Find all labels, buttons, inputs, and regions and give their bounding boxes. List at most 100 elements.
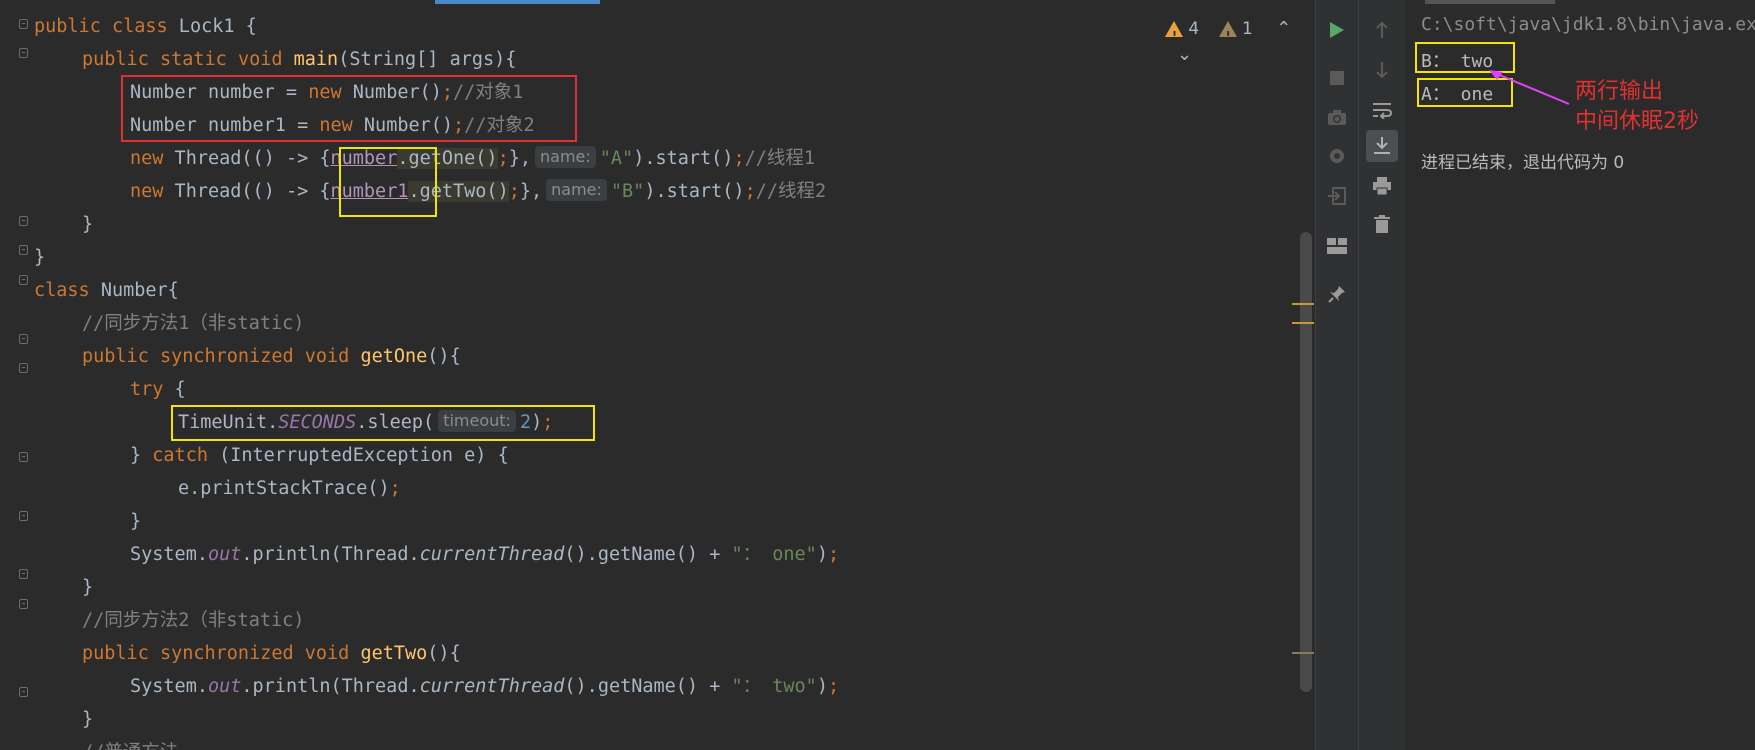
fold-marker[interactable] <box>19 687 28 697</box>
code-line-17[interactable]: System.out.println(Thread.currentThread(… <box>130 538 839 571</box>
comment: //同步方法1（非static) <box>82 313 305 334</box>
static-method: currentThread <box>419 676 565 697</box>
code-line-14[interactable]: } catch (InterruptedException e) { <box>130 439 509 472</box>
code-text: .println(Thread. <box>241 676 420 697</box>
code-text: System. <box>130 544 208 565</box>
code-text: (InterruptedException e) { <box>207 445 509 466</box>
keyword: public <box>82 49 149 70</box>
trash-icon[interactable] <box>1366 208 1398 240</box>
code-text: ().getName() + <box>564 676 732 697</box>
fold-marker[interactable] <box>19 452 28 462</box>
fold-marker[interactable] <box>19 599 28 609</box>
code-text: ().getName() + <box>564 544 732 565</box>
keyword: void <box>237 49 283 70</box>
code-text: }, <box>508 148 531 169</box>
keyword: public <box>82 643 149 664</box>
comment: //同步方法2（非static) <box>82 610 305 631</box>
fold-marker[interactable] <box>19 334 28 344</box>
code-line-16[interactable]: } <box>130 505 141 538</box>
semicolon: ; <box>827 676 840 697</box>
fold-marker[interactable] <box>19 275 28 285</box>
code-line-22[interactable]: } <box>82 703 93 736</box>
code-line-2[interactable]: public static void main(String[] args){ <box>82 43 516 76</box>
editor-scrollbar[interactable] <box>1300 232 1312 692</box>
exit-icon[interactable] <box>1321 180 1353 212</box>
rerun-icon[interactable] <box>1321 14 1353 46</box>
console-command: C:\soft\java\jdk1.8\bin\java.exe <box>1421 14 1755 35</box>
editor-scroll-tab <box>435 0 600 4</box>
fold-marker[interactable] <box>19 245 28 255</box>
arrow-down-icon[interactable] <box>1366 54 1398 86</box>
process-exit-message: 进程已结束，退出代码为 0 <box>1421 153 1625 173</box>
code-text: } <box>82 709 94 730</box>
semicolon: ; <box>389 478 401 499</box>
soft-wrap-icon[interactable] <box>1366 94 1398 126</box>
comment: //线程2 <box>755 181 827 202</box>
settings-icon[interactable] <box>1321 140 1353 172</box>
chevron-up-icon[interactable]: ⌃ <box>1276 16 1291 42</box>
code-line-12[interactable]: try { <box>130 373 186 406</box>
code-text: .println(Thread. <box>241 544 420 565</box>
fold-marker[interactable] <box>19 216 28 226</box>
class-name: Lock1 { <box>167 16 257 37</box>
code-text: Number{ <box>89 280 179 301</box>
keyword: class <box>111 16 168 37</box>
code-text: } <box>130 445 153 466</box>
code-text: Thread(() -> { <box>163 181 331 202</box>
method-name: main <box>293 49 339 70</box>
semicolon: ; <box>733 148 745 169</box>
print-icon[interactable] <box>1366 170 1398 202</box>
code-line-6[interactable]: new Thread(() -> {number1.getTwo();}, nam… <box>130 175 826 208</box>
code-line-15[interactable]: e.printStackTrace(); <box>178 472 401 505</box>
keyword: void <box>304 346 350 367</box>
method-name: getOne <box>360 346 428 367</box>
fold-marker[interactable] <box>19 569 28 579</box>
layout-icon[interactable] <box>1321 230 1353 262</box>
fold-marker[interactable] <box>19 511 28 521</box>
code-line-18[interactable]: } <box>82 571 93 604</box>
code-line-11[interactable]: public synchronized void getOne(){ <box>82 340 461 373</box>
semicolon: ; <box>497 148 509 169</box>
weak-warning-marker[interactable] <box>1292 652 1314 654</box>
code-line-19[interactable]: //同步方法2（非static) <box>82 604 304 637</box>
chevron-down-icon[interactable]: ⌄ <box>1177 42 1192 68</box>
code-line-1[interactable]: public class Lock1 { <box>34 10 257 43</box>
fold-marker[interactable] <box>19 48 28 58</box>
annotation-line: 两行输出 <box>1575 79 1664 104</box>
keyword: public <box>34 16 101 37</box>
code-line-5[interactable]: new Thread(() -> {number.getOne();}, name… <box>130 142 815 175</box>
annotation-arrow <box>1489 70 1570 105</box>
static-field: out <box>207 676 242 697</box>
fold-marker[interactable] <box>19 363 28 373</box>
semicolon: ; <box>827 544 840 565</box>
code-text: (String[] args){ <box>338 49 517 70</box>
console-output[interactable]: C:\soft\java\jdk1.8\bin\java.exe B： two … <box>1405 0 1755 750</box>
stop-icon[interactable] <box>1321 62 1353 94</box>
code-line-8[interactable]: } <box>34 241 45 274</box>
fold-marker[interactable] <box>19 19 28 29</box>
warning-marker[interactable] <box>1292 303 1314 305</box>
code-line-10[interactable]: //同步方法1（非static) <box>82 307 304 340</box>
code-line-23[interactable]: //普通方法 <box>82 736 178 750</box>
code-line-21[interactable]: System.out.println(Thread.currentThread(… <box>130 670 839 703</box>
code-text: Thread(() -> { <box>163 148 331 169</box>
string-literal: "B" <box>610 181 645 202</box>
code-editor[interactable]: public class Lock1 { public static void … <box>0 0 1315 750</box>
string-literal: "： one" <box>731 544 817 565</box>
pin-icon[interactable] <box>1321 278 1353 310</box>
camera-icon[interactable] <box>1321 102 1353 134</box>
code-line-20[interactable]: public synchronized void getTwo(){ <box>82 637 461 670</box>
code-line-7[interactable]: } <box>82 208 93 241</box>
code-line-9[interactable]: class Number{ <box>34 274 179 307</box>
arrow-up-icon[interactable] <box>1366 14 1398 46</box>
scroll-to-end-icon[interactable] <box>1366 130 1398 162</box>
code-text: }, <box>519 181 543 202</box>
run-toolbar <box>1316 0 1358 750</box>
annotation-note: 两行输出 中间休眠2秒 <box>1575 77 1699 137</box>
keyword: try <box>130 379 164 400</box>
inspection-widget[interactable]: ! 4 ! 1 ⌃ ⌄ <box>1165 16 1315 65</box>
parameter-hint: name: <box>546 179 607 201</box>
keyword: class <box>34 280 90 301</box>
warning-marker[interactable] <box>1292 322 1314 324</box>
code-text: } <box>130 511 142 532</box>
